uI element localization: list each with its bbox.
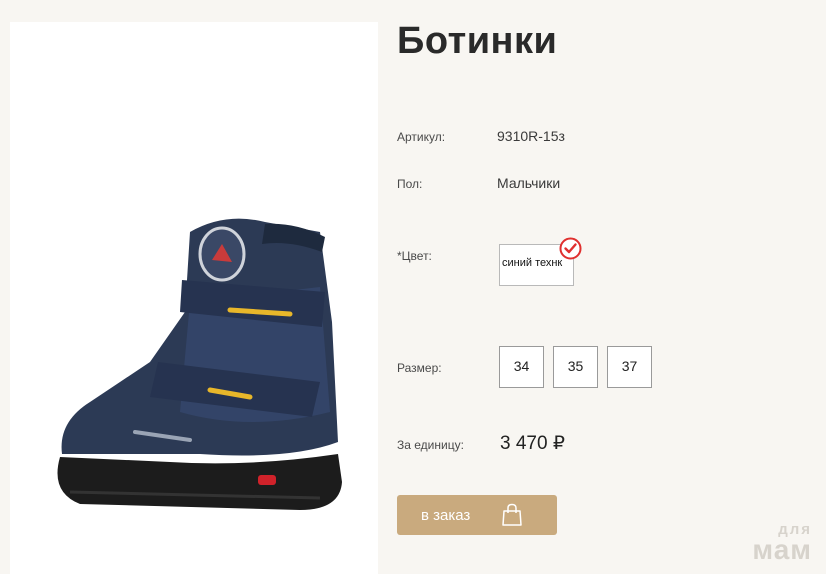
watermark-logo: для мам bbox=[752, 523, 812, 565]
shopping-bag-icon bbox=[502, 503, 522, 526]
add-to-order-label: в заказ bbox=[421, 507, 471, 524]
price-label: За единицу: bbox=[397, 438, 464, 452]
size-option-37[interactable]: 37 bbox=[607, 346, 652, 388]
article-value: 9310R-15з bbox=[497, 128, 565, 144]
gender-value: Мальчики bbox=[497, 175, 561, 191]
product-image-panel[interactable] bbox=[10, 22, 378, 574]
add-to-order-button[interactable]: в заказ bbox=[397, 495, 557, 535]
color-label: *Цвет: bbox=[397, 249, 432, 263]
product-boot-image bbox=[57, 218, 342, 510]
price-value: 3 470 ₽ bbox=[500, 433, 565, 454]
product-title: Ботинки bbox=[397, 20, 558, 62]
size-label: Размер: bbox=[397, 361, 442, 375]
article-label: Артикул: bbox=[397, 130, 446, 144]
selected-check-icon bbox=[559, 237, 582, 260]
color-option-label: синий технк bbox=[502, 257, 563, 269]
size-option-34[interactable]: 34 bbox=[499, 346, 544, 388]
gender-label: Пол: bbox=[397, 177, 423, 191]
watermark-line2: мам bbox=[752, 533, 812, 565]
size-option-35[interactable]: 35 bbox=[553, 346, 598, 388]
